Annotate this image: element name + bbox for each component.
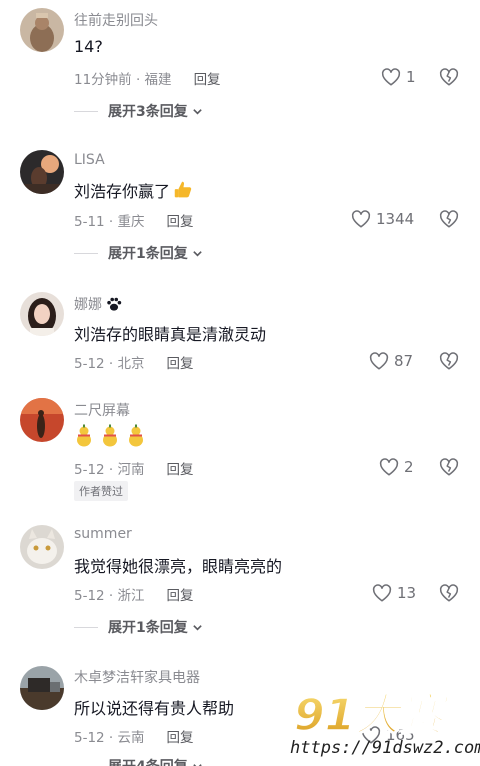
comment-time-location: 5-12 · 河南 <box>74 462 145 478</box>
reply-button[interactable]: 回复 <box>167 584 194 604</box>
divider <box>74 626 98 628</box>
comment-username[interactable]: 二尺屏幕 <box>74 400 130 420</box>
like-count: 1344 <box>376 210 415 228</box>
like-count: 1 <box>406 68 416 86</box>
heart-outline-icon <box>350 208 372 230</box>
comment-time-location: 5-12 · 浙江 <box>74 588 145 604</box>
comment-text: 所以说还得有贵人帮助 <box>74 699 235 718</box>
chevron-down-icon <box>192 763 202 766</box>
watermark-url: https://91dswz2.com <box>290 738 480 758</box>
broken-heart-icon <box>438 208 460 230</box>
divider <box>74 252 98 254</box>
dislike-button[interactable] <box>438 582 460 604</box>
comment-username-text: 娜娜 <box>74 297 102 313</box>
gourd-icon <box>103 424 117 447</box>
comment-meta: 5-12 · 浙江 回复 <box>74 584 194 604</box>
gourd-icon <box>129 424 143 447</box>
heart-outline-icon <box>371 582 393 604</box>
comment-text: 我觉得她很漂亮，眼睛亮亮的 <box>74 557 283 576</box>
emoji-row <box>74 424 146 448</box>
comment-meta: 5-12 · 北京 回复 <box>74 352 194 372</box>
like-count: 87 <box>394 352 414 370</box>
chevron-down-icon <box>192 624 202 631</box>
comment-meta: 5-12 · 河南 回复 <box>74 458 194 478</box>
avatar[interactable] <box>20 8 64 52</box>
heart-outline-icon <box>378 456 400 478</box>
broken-heart-icon <box>438 350 460 372</box>
heart-outline-icon <box>368 350 390 372</box>
like-button[interactable]: 1 <box>380 66 416 88</box>
gourd-icon <box>77 424 91 447</box>
avatar[interactable] <box>20 150 64 194</box>
chevron-down-icon <box>192 108 202 115</box>
comment-username[interactable]: 往前走别回头 <box>74 10 158 30</box>
author-liked-badge: 作者赞过 <box>74 481 128 501</box>
comment-meta: 5-12 · 云南 回复 <box>74 726 194 746</box>
expand-replies-label: 展开3条回复 <box>108 104 188 120</box>
expand-replies-label: 展开4条回复 <box>108 756 188 766</box>
broken-heart-icon <box>438 456 460 478</box>
like-button[interactable]: 2 <box>378 456 414 478</box>
like-button[interactable]: 87 <box>368 350 413 372</box>
comment-text: 刘浩存的眼睛真是清澈灵动 <box>74 325 267 344</box>
thumbs-up-icon <box>174 181 192 198</box>
watermark-logo-text: 91大赛 <box>294 690 450 741</box>
expand-replies-label: 展开1条回复 <box>108 246 188 262</box>
chevron-down-icon <box>192 250 202 257</box>
comment-text-content: 刘浩存你赢了 <box>74 182 171 201</box>
avatar[interactable] <box>20 398 64 442</box>
divider <box>74 110 98 112</box>
comment-time-location: 5-11 · 重庆 <box>74 214 145 230</box>
expand-replies-label: 展开1条回复 <box>108 620 188 636</box>
paw-icon <box>107 297 122 311</box>
dislike-button[interactable] <box>438 350 460 372</box>
reply-button[interactable]: 回复 <box>167 726 194 746</box>
avatar[interactable] <box>20 525 64 569</box>
reply-button[interactable]: 回复 <box>167 210 194 230</box>
broken-heart-icon <box>438 582 460 604</box>
dislike-button[interactable] <box>438 456 460 478</box>
comment-meta: 11分钟前 · 福建 回复 <box>74 68 221 88</box>
dislike-button[interactable] <box>438 208 460 230</box>
reply-button[interactable]: 回复 <box>167 352 194 372</box>
avatar[interactable] <box>20 666 64 710</box>
comment-username[interactable]: summer <box>74 526 132 542</box>
heart-outline-icon <box>380 66 402 88</box>
dislike-button[interactable] <box>438 66 460 88</box>
like-count: 2 <box>404 458 414 476</box>
comment-time-location: 5-12 · 云南 <box>74 730 145 746</box>
like-button[interactable]: 1344 <box>350 208 414 230</box>
comment-text: 14? <box>74 37 103 56</box>
broken-heart-icon <box>438 66 460 88</box>
reply-button[interactable]: 回复 <box>167 458 194 478</box>
comment-username[interactable]: LISA <box>74 152 105 168</box>
like-button[interactable]: 13 <box>371 582 416 604</box>
avatar[interactable] <box>20 292 64 336</box>
comment-meta: 5-11 · 重庆 回复 <box>74 210 194 230</box>
comment-time-location: 5-12 · 北京 <box>74 356 145 372</box>
expand-replies-button[interactable]: 展开1条回复 <box>74 243 203 263</box>
comment-username[interactable]: 娜娜 <box>74 294 123 314</box>
expand-replies-button[interactable]: 展开4条回复 <box>74 756 203 766</box>
comment-text: 刘浩存你赢了 <box>74 178 194 202</box>
comment-username[interactable]: 木卓梦洁轩家具电器 <box>74 667 200 687</box>
comment-time-location: 11分钟前 · 福建 <box>74 72 172 88</box>
expand-replies-button[interactable]: 展开1条回复 <box>74 617 203 637</box>
like-count: 13 <box>397 584 417 602</box>
reply-button[interactable]: 回复 <box>194 68 221 88</box>
expand-replies-button[interactable]: 展开3条回复 <box>74 101 203 121</box>
